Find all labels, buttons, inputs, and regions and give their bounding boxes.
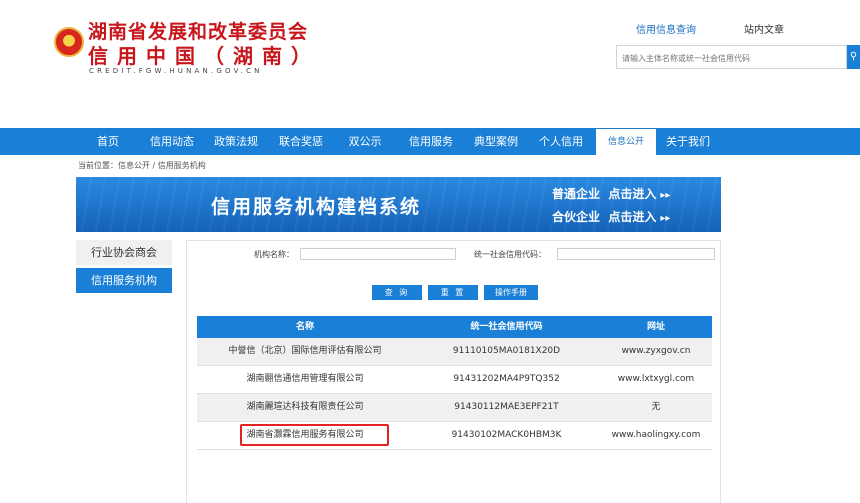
query-button[interactable]: 查 询: [372, 285, 422, 300]
system-banner: 信用服务机构建档系统 普通企业 点击进入 ▸▸ 合伙企业 点击进入 ▸▸: [76, 177, 721, 232]
reset-button[interactable]: 重 置: [428, 285, 478, 300]
org-name-field[interactable]: [300, 248, 456, 267]
nav-item-about-us[interactable]: 关于我们: [660, 128, 716, 155]
cell-website: www.lxtxygl.com: [617, 374, 695, 384]
cell-name: 湖南翾信通信用管理有限公司: [246, 374, 364, 384]
banner-link-partnership-enterprise[interactable]: 合伙企业 点击进入 ▸▸: [552, 208, 670, 225]
cell-website: 无: [651, 402, 661, 412]
row-divider: [197, 449, 712, 450]
site-name[interactable]: 信用中国（湖南）: [88, 40, 320, 69]
main-nav: 首页 信用动态 政策法规 联合奖惩 双公示 信用服务 典型案例 个人信用 信息公…: [0, 128, 860, 155]
column-header-credit-code: 统一社会信用代码: [470, 322, 543, 332]
nav-item-policy[interactable]: 政策法规: [208, 128, 264, 155]
search-icon: ⚲: [849, 51, 858, 62]
nav-item-typical-cases[interactable]: 典型案例: [468, 128, 524, 155]
cell-website: www.haolingxy.com: [611, 430, 701, 440]
nav-item-credit-news[interactable]: 信用动态: [144, 128, 200, 155]
table-row: 中誉信（北京）国际信用评估有限公司 91110105MA0181X20D www…: [197, 338, 712, 365]
cell-credit-code: 91430102MACK0HBM3K: [451, 430, 562, 440]
double-arrow-icon: ▸▸: [660, 213, 671, 224]
credit-code-field[interactable]: [557, 248, 715, 267]
org-name-label: 机构名称：: [254, 250, 294, 259]
column-header-name: 名称: [295, 322, 314, 332]
credit-code-label: 统一社会信用代码：: [474, 250, 546, 259]
credit-code-input[interactable]: [558, 256, 714, 267]
top-link-credit-query[interactable]: 信用信息查询: [636, 21, 696, 36]
breadcrumb: 当前位置：信息公开 / 信用服务机构: [78, 161, 206, 170]
national-emblem-icon: [54, 27, 84, 57]
manual-button[interactable]: 操作手册: [484, 285, 538, 300]
org-name-input[interactable]: [301, 256, 455, 267]
banner-title: 信用服务机构建档系统: [210, 196, 421, 218]
nav-item-info-disclosure[interactable]: 信息公开: [596, 129, 656, 155]
cell-credit-code: 91431202MA4P9TQ352: [453, 374, 560, 384]
table-row: 湖南翾信通信用管理有限公司 91431202MA4P9TQ352 www.lxt…: [197, 366, 712, 393]
sidebar-item-industry-associations[interactable]: 行业协会商会: [76, 240, 172, 265]
nav-item-credit-services[interactable]: 信用服务: [403, 128, 459, 155]
banner-link-regular-enterprise[interactable]: 普通企业 点击进入 ▸▸: [552, 185, 670, 202]
double-arrow-icon: ▸▸: [660, 190, 671, 201]
cell-name: 中誉信（北京）国际信用评估有限公司: [228, 346, 382, 356]
top-link-site-articles[interactable]: 站内文章: [744, 21, 784, 36]
banner-link-label: 普通企业 点击进入: [552, 187, 657, 201]
nav-item-personal-credit[interactable]: 个人信用: [533, 128, 589, 155]
cell-credit-code: 91430112MAE3EPF21T: [454, 402, 559, 412]
nav-item-double-publicity[interactable]: 双公示: [340, 128, 390, 155]
table-row: 湖南麗瑄达科技有限责任公司 91430112MAE3EPF21T 无: [197, 394, 712, 421]
table-header: 名称 统一社会信用代码 网址: [197, 316, 712, 338]
highlight-box: [240, 424, 389, 446]
banner-link-label: 合伙企业 点击进入: [552, 210, 657, 224]
site-domain: CREDIT.FGW.HUNAN.GOV.CN: [89, 67, 263, 75]
site-header: 湖南省发展和改革委员会 信用中国（湖南） CREDIT.FGW.HUNAN.GO…: [0, 0, 860, 128]
column-header-website: 网址: [646, 322, 665, 332]
search-input[interactable]: [617, 47, 846, 70]
cell-name: 湖南麗瑄达科技有限责任公司: [246, 402, 364, 412]
cell-credit-code: 91110105MA0181X20D: [452, 346, 561, 356]
search-box[interactable]: [616, 45, 847, 70]
nav-item-joint-rewards[interactable]: 联合奖惩: [273, 128, 329, 155]
sidebar-item-credit-service-agencies[interactable]: 信用服务机构: [76, 268, 172, 293]
nav-item-home[interactable]: 首页: [86, 128, 130, 155]
search-button[interactable]: ⚲: [847, 45, 860, 69]
cell-website: www.zyxgov.cn: [621, 346, 691, 356]
